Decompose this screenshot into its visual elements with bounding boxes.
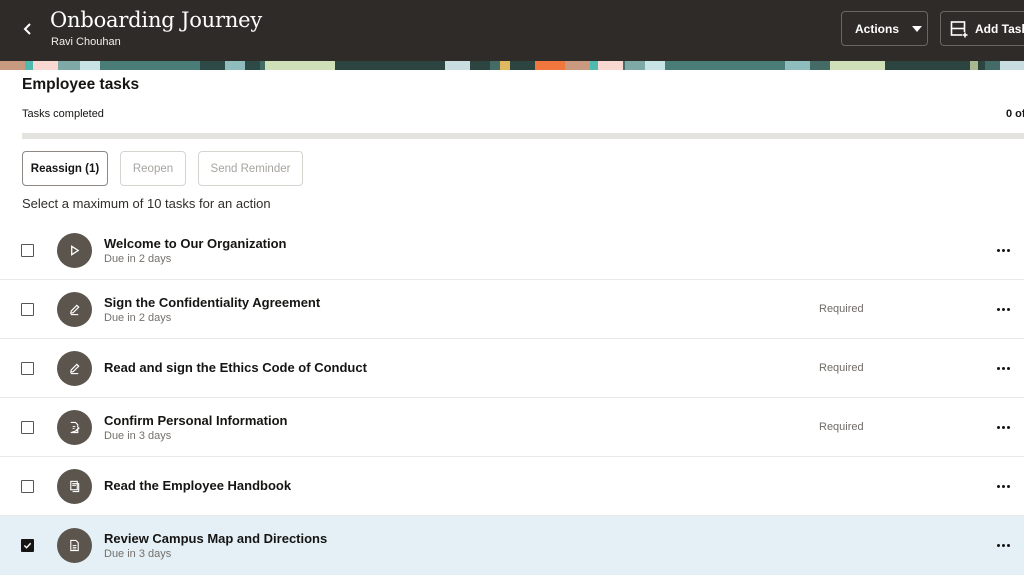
documents-icon [68, 480, 81, 493]
send-reminder-button[interactable]: Send Reminder [198, 151, 303, 186]
section-title: Employee tasks [22, 76, 140, 93]
reassign-button[interactable]: Reassign (1) [22, 151, 108, 186]
task-due-date: Due in 2 days [104, 312, 172, 324]
caret-down-icon [912, 25, 923, 32]
task-title[interactable]: Read the Employee Handbook [104, 478, 291, 493]
pencil-icon [68, 303, 81, 316]
task-row[interactable]: Sign the Confidentiality Agreement Due in… [0, 280, 1024, 339]
decorative-banner [0, 61, 1024, 70]
add-list-icon [950, 20, 968, 38]
ellipsis-icon [996, 425, 1010, 429]
task-checkbox[interactable] [21, 539, 34, 552]
task-checkbox[interactable] [21, 421, 34, 434]
task-required-label: Required [819, 303, 864, 315]
more-options-button[interactable] [992, 477, 1014, 495]
add-tasks-label: Add Tasks [975, 21, 1024, 36]
task-row[interactable]: Confirm Personal Information Due in 3 day… [0, 398, 1024, 457]
task-due-date: Due in 3 days [104, 548, 172, 560]
task-title[interactable]: Confirm Personal Information [104, 413, 287, 428]
page-title: Onboarding Journey [50, 8, 263, 32]
task-type-badge [57, 233, 92, 268]
task-row[interactable]: Read the Employee Handbook [0, 457, 1024, 516]
task-title[interactable]: Review Campus Map and Directions [104, 531, 327, 546]
task-type-badge [57, 528, 92, 563]
task-checkbox[interactable] [21, 362, 34, 375]
progress-label: Tasks completed [22, 108, 104, 120]
back-button[interactable] [18, 18, 38, 40]
more-options-button[interactable] [992, 418, 1014, 436]
progress-count: 0 of [1006, 108, 1024, 120]
ellipsis-icon [996, 307, 1010, 311]
task-type-badge [57, 351, 92, 386]
reopen-button[interactable]: Reopen [120, 151, 186, 186]
task-title[interactable]: Sign the Confidentiality Agreement [104, 295, 320, 310]
more-options-button[interactable] [992, 241, 1014, 259]
task-type-badge [57, 292, 92, 327]
ellipsis-icon [996, 248, 1010, 252]
more-options-button[interactable] [992, 536, 1014, 554]
page-subtitle: Ravi Chouhan [51, 36, 121, 48]
task-row[interactable]: Read and sign the Ethics Code of Conduct… [0, 339, 1024, 398]
ellipsis-icon [996, 543, 1010, 547]
document-edit-icon [68, 421, 81, 434]
task-title[interactable]: Read and sign the Ethics Code of Conduct [104, 360, 367, 375]
task-due-date: Due in 2 days [104, 253, 172, 265]
task-title[interactable]: Welcome to Our Organization [104, 236, 287, 251]
task-checkbox[interactable] [21, 303, 34, 316]
task-type-badge [57, 469, 92, 504]
add-tasks-button[interactable]: Add Tasks [940, 11, 1024, 46]
task-required-label: Required [819, 362, 864, 374]
task-due-date: Due in 3 days [104, 430, 172, 442]
actions-label: Actions [855, 21, 900, 36]
task-type-badge [57, 410, 92, 445]
more-options-button[interactable] [992, 359, 1014, 377]
ellipsis-icon [996, 484, 1010, 488]
task-row[interactable]: Review Campus Map and Directions Due in 3… [0, 516, 1024, 575]
ellipsis-icon [996, 366, 1010, 370]
play-icon [68, 244, 81, 257]
selection-hint: Select a maximum of 10 tasks for an acti… [22, 196, 271, 211]
pencil-icon [68, 362, 81, 375]
task-checkbox[interactable] [21, 480, 34, 493]
task-required-label: Required [819, 421, 864, 433]
task-row[interactable]: Welcome to Our Organization Due in 2 days [0, 221, 1024, 280]
document-icon [68, 539, 81, 552]
task-checkbox[interactable] [21, 244, 34, 257]
page-header: Onboarding Journey Ravi Chouhan Actions … [0, 0, 1024, 61]
chevron-left-icon [23, 23, 31, 35]
actions-menu-button[interactable]: Actions [841, 11, 928, 46]
checkmark-icon [23, 542, 32, 549]
task-list: Welcome to Our Organization Due in 2 days… [0, 221, 1024, 575]
more-options-button[interactable] [992, 300, 1014, 318]
progress-bar [22, 133, 1024, 139]
